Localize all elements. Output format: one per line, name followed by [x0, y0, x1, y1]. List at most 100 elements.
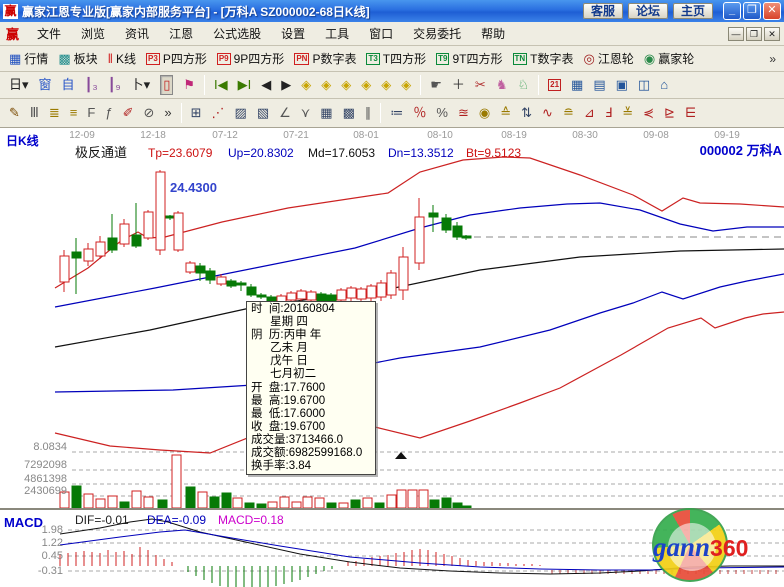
menu-item-0[interactable]: 文件: [27, 24, 71, 44]
gold-grid2-tool[interactable]: ≡: [65, 102, 83, 124]
gold-grid-tool[interactable]: ≣: [44, 102, 65, 124]
period-day-selector[interactable]: 日▾: [4, 74, 34, 96]
titlebar-link-0[interactable]: 客服: [583, 3, 623, 19]
menu-item-1[interactable]: 浏览: [71, 24, 115, 44]
data-tooltip: 时 间:20160804 星期 四阴 历:丙申 年 乙未 月 戊午 日 七月初二…: [246, 301, 376, 475]
updown-tool[interactable]: ⇅: [516, 102, 537, 124]
indicator-param: Dn=13.3512: [388, 146, 454, 160]
mdi-minimize-button[interactable]: —: [728, 27, 744, 41]
mdi-restore-button[interactable]: ❐: [746, 27, 762, 41]
calendar-tool[interactable]: 21: [543, 74, 566, 96]
fan-lines-tool[interactable]: ⋰: [207, 102, 230, 124]
menu-item-9[interactable]: 帮助: [471, 24, 515, 44]
bars3-tool[interactable]: ┃₃: [80, 74, 103, 96]
lung-tool[interactable]: ♘: [512, 74, 534, 96]
bars9-tool[interactable]: ┃₉: [103, 74, 126, 96]
percent-tool[interactable]: %: [431, 102, 453, 124]
menu-item-3[interactable]: 江恩: [159, 24, 203, 44]
arc-tool[interactable]: ƒ: [100, 102, 117, 124]
auto-tool[interactable]: 自: [57, 74, 80, 96]
t-digit-table-button[interactable]: TNT数字表: [508, 48, 579, 70]
diamond-compress-button[interactable]: ◈: [356, 74, 376, 96]
angle-tool[interactable]: ∠: [274, 102, 296, 124]
cut-tool[interactable]: ✂: [470, 74, 491, 96]
speed-line-tool[interactable]: ⋞: [638, 102, 659, 124]
hand-tool[interactable]: ☛: [425, 74, 447, 96]
diamond-right-button[interactable]: ◈: [316, 74, 336, 96]
menu-item-7[interactable]: 窗口: [359, 24, 403, 44]
report-tool[interactable]: ▤: [588, 74, 610, 96]
candle-style-tool[interactable]: ▯: [155, 74, 178, 96]
gann360-watermark: gann360: [650, 506, 756, 586]
levels-tool[interactable]: ≔: [385, 102, 408, 124]
menu-item-5[interactable]: 设置: [271, 24, 315, 44]
menu-item-4[interactable]: 公式选股: [203, 24, 271, 44]
winner-wheel-button[interactable]: ◉赢家轮: [639, 48, 699, 70]
f-angle-tool[interactable]: Ⅎ: [600, 102, 617, 124]
crosshair-tool[interactable]: ＋: [447, 74, 470, 96]
brain-tool[interactable]: ♞: [491, 74, 513, 96]
box-tool[interactable]: ⊞: [186, 102, 207, 124]
flag-tool[interactable]: ⚑: [178, 74, 200, 96]
close-button[interactable]: ✕: [763, 2, 781, 20]
gold-circle-tool[interactable]: ◉: [474, 102, 495, 124]
percent-red-tool[interactable]: ％: [408, 102, 431, 124]
fibonacci-tool[interactable]: F: [82, 102, 100, 124]
gold-angle-tool[interactable]: ≚: [617, 102, 638, 124]
p-digit-table-button[interactable]: PNP数字表: [289, 48, 361, 70]
more-draw-chevron[interactable]: »: [159, 102, 176, 124]
zigzag-tool[interactable]: ⋎: [296, 102, 316, 124]
f-angle-tool-icon: Ⅎ: [605, 104, 612, 122]
gold-line-tool[interactable]: ≘: [558, 102, 579, 124]
menu-item-8[interactable]: 交易委托: [403, 24, 471, 44]
pen-tool[interactable]: ✎: [4, 102, 25, 124]
gann-wheel-button[interactable]: ◎江恩轮: [579, 48, 639, 70]
dense-grid-tool-icon: ▩: [343, 104, 355, 122]
titlebar-link-2[interactable]: 主页: [673, 3, 713, 19]
quotes-button[interactable]: ▦行情: [4, 48, 53, 70]
cycle-tool[interactable]: ⊘: [138, 102, 159, 124]
export-tool[interactable]: ◫: [633, 74, 655, 96]
titlebar-link-1[interactable]: 论坛: [628, 3, 668, 19]
last-bar-button[interactable]: ▶І: [233, 74, 257, 96]
diamond-compress-v-button[interactable]: ◈: [396, 74, 416, 96]
hatch-box-tool[interactable]: ▨: [230, 102, 252, 124]
parallel-lines-tool[interactable]: ∥: [360, 102, 377, 124]
sectors-button[interactable]: ▩板块: [53, 48, 102, 70]
diamond-left-button[interactable]: ◈: [296, 74, 316, 96]
p-square-button[interactable]: P3P四方形: [141, 48, 212, 70]
hatch-box2-tool[interactable]: ▧: [252, 102, 274, 124]
save-tool[interactable]: ▣: [611, 74, 633, 96]
diamond-expand-v-button[interactable]: ◈: [376, 74, 396, 96]
grid-box-tool[interactable]: ▦: [315, 102, 337, 124]
prev-bar-button[interactable]: ◀: [256, 74, 276, 96]
t9-square-button[interactable]: T99T四方形: [431, 48, 507, 70]
wave-levels-tool[interactable]: ≊: [453, 102, 474, 124]
t-square-button[interactable]: T3T四方形: [361, 48, 431, 70]
mdi-close-button[interactable]: ✕: [764, 27, 780, 41]
chart-window-tool[interactable]: 窗: [34, 74, 57, 96]
grid-lines-tool[interactable]: Ⅲ: [25, 102, 44, 124]
kline-button[interactable]: ‖K线: [103, 48, 141, 70]
updown-tool-icon: ⇅: [521, 104, 532, 122]
pitchfork-tool[interactable]: ⋿: [680, 102, 701, 124]
wave-tool[interactable]: ∿: [537, 102, 558, 124]
next-bar-button[interactable]: ▶: [276, 74, 296, 96]
first-bar-button[interactable]: І◀: [209, 74, 233, 96]
minimize-button[interactable]: _: [723, 2, 741, 20]
j-angle-tool[interactable]: ⊿: [579, 102, 600, 124]
menu-item-2[interactable]: 资讯: [115, 24, 159, 44]
menu-logo-icon: 赢: [6, 24, 19, 43]
red-pen-tool[interactable]: ✐: [118, 102, 139, 124]
trend-box-tool[interactable]: ⊵: [659, 102, 680, 124]
dense-grid-tool[interactable]: ▩: [338, 102, 360, 124]
pointer-selector[interactable]: 卜▾: [126, 74, 156, 96]
menu-item-6[interactable]: 工具: [315, 24, 359, 44]
p9-square-button[interactable]: P99P四方形: [212, 48, 289, 70]
gold-levels-tool[interactable]: ≙: [495, 102, 516, 124]
maximize-button[interactable]: ❐: [743, 2, 761, 20]
toolbar-overflow-chevron[interactable]: »: [765, 52, 780, 66]
diamond-expand-button[interactable]: ◈: [336, 74, 356, 96]
workstation-tool[interactable]: ⌂: [655, 74, 673, 96]
calculator-tool[interactable]: ▦: [566, 74, 588, 96]
